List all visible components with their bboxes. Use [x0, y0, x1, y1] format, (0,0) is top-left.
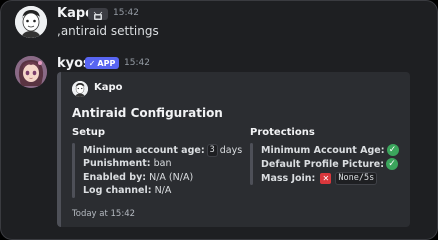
check-icon: ✓ [386, 158, 399, 170]
setup-min-age-value: 3 [206, 144, 218, 157]
protection-default-pfp-label: Default Profile Picture: [261, 158, 385, 170]
checkmark-icon: ✓ [88, 58, 96, 68]
quote-bar [250, 143, 253, 185]
message-content: ,antiraid settings [57, 24, 159, 38]
embed-card: Kapo Antiraid Configuration Setup Protec… [57, 72, 410, 227]
embed-footer: Today at 15:42 [72, 209, 136, 219]
setup-log-channel-label: Log channel: [83, 185, 152, 196]
embed-author-avatar[interactable] [72, 81, 88, 97]
setup-punishment: Punishment: ban [83, 158, 172, 169]
quote-bar [72, 143, 75, 198]
antenna-icon[interactable] [88, 8, 108, 20]
setup-enabled-by: Enabled by: N/A (N/A) [83, 172, 193, 183]
protection-default-pfp: Default Profile Picture: ✓ [261, 158, 399, 170]
setup-punishment-value: ban [153, 158, 172, 169]
setup-enabled-by-label: Enabled by: [83, 172, 147, 183]
protection-min-age: Minimum Account Age: ✓ [261, 144, 399, 156]
avatar-kapo[interactable] [15, 6, 47, 38]
embed-author-name[interactable]: Kapo [94, 82, 123, 93]
avatar-kyos[interactable] [15, 56, 47, 88]
setup-log-channel-value: N/A [154, 185, 172, 196]
protection-mass-join-label: Mass Join: [261, 173, 316, 184]
setup-enabled-by-value: N/A (N/A) [149, 172, 194, 183]
field-title-setup: Setup [72, 127, 106, 138]
message-timestamp: 15:42 [124, 58, 150, 68]
setup-min-age-label: Minimum account age: [83, 145, 205, 156]
embed-title: Antiraid Configuration [72, 106, 223, 120]
setup-log-channel: Log channel: N/A [83, 185, 171, 196]
setup-min-age-unit: days [219, 145, 243, 156]
app-badge-label: APP [97, 58, 116, 68]
check-icon: ✓ [386, 144, 399, 156]
cross-icon: ✕ [320, 173, 332, 184]
protection-min-age-label: Minimum Account Age: [261, 144, 385, 156]
protection-mass-join-value: None/5s [335, 172, 378, 185]
chat-window: Kapo 15:42 ,antiraid settings kyos ✓ APP… [0, 0, 438, 240]
setup-min-age: Minimum account age: 3 days [83, 144, 242, 157]
message-timestamp: 15:42 [113, 8, 139, 18]
protection-mass-join: Mass Join: ✕ None/5s [261, 172, 379, 185]
app-badge: ✓ APP [85, 57, 119, 69]
field-title-protections: Protections [250, 127, 315, 138]
setup-punishment-label: Punishment: [83, 158, 151, 169]
